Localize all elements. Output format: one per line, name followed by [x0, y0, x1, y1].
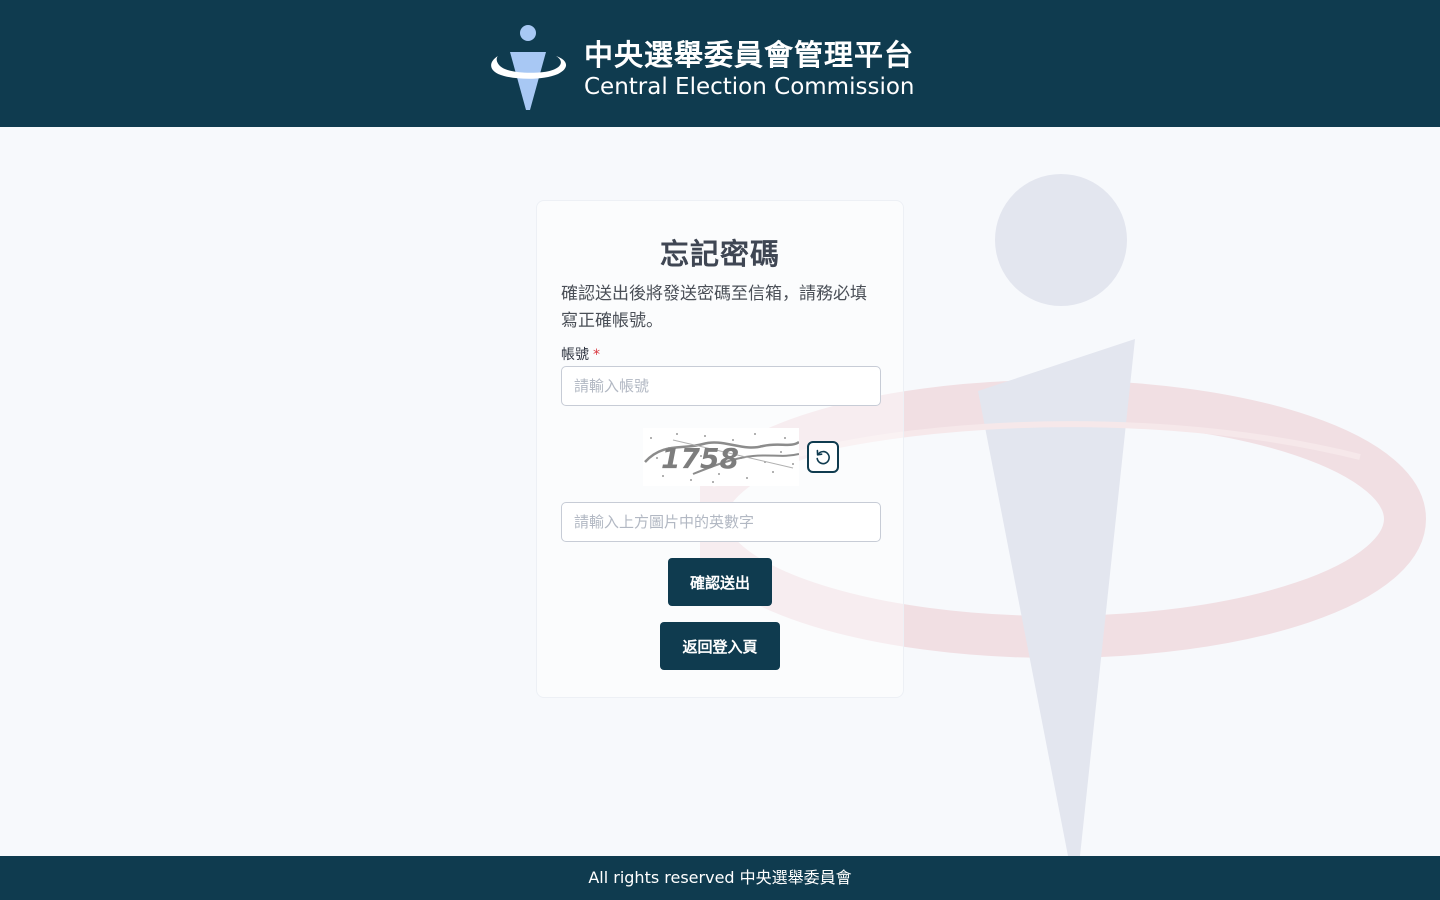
refresh-captcha-button[interactable] — [807, 441, 839, 473]
back-to-login-button[interactable]: 返回登入頁 — [660, 622, 780, 670]
brand: 中央選舉委員會管理平台 Central Election Commission — [486, 22, 926, 112]
page-title: 忘記密碼 — [659, 237, 780, 271]
brand-title-zh: 中央選舉委員會管理平台 — [584, 38, 915, 72]
instruction-text: 確認送出後將發送密碼至信箱，請務必填寫正確帳號。 — [561, 284, 867, 331]
captcha-input[interactable] — [561, 502, 881, 542]
footer-text: All rights reserved 中央選舉委員會 — [588, 868, 852, 887]
account-input[interactable] — [561, 366, 881, 406]
captcha-image: 1758 — [643, 428, 799, 486]
submit-button[interactable]: 確認送出 — [668, 558, 772, 606]
captcha-text: 1758 — [661, 442, 739, 475]
brand-title-en: Central Election Commission — [584, 74, 915, 100]
required-mark: * — [593, 347, 600, 363]
header: 中央選舉委員會管理平台 Central Election Commission — [0, 0, 1440, 127]
account-label: 帳號 * — [561, 347, 600, 363]
footer: All rights reserved 中央選舉委員會 — [0, 856, 1440, 900]
refresh-icon — [816, 449, 830, 465]
forgot-password-card: 忘記密碼 確認送出後將發送密碼至信箱，請務必填寫正確帳號。 帳號* 1758 確… — [536, 200, 904, 698]
cec-logo-icon — [491, 25, 567, 110]
